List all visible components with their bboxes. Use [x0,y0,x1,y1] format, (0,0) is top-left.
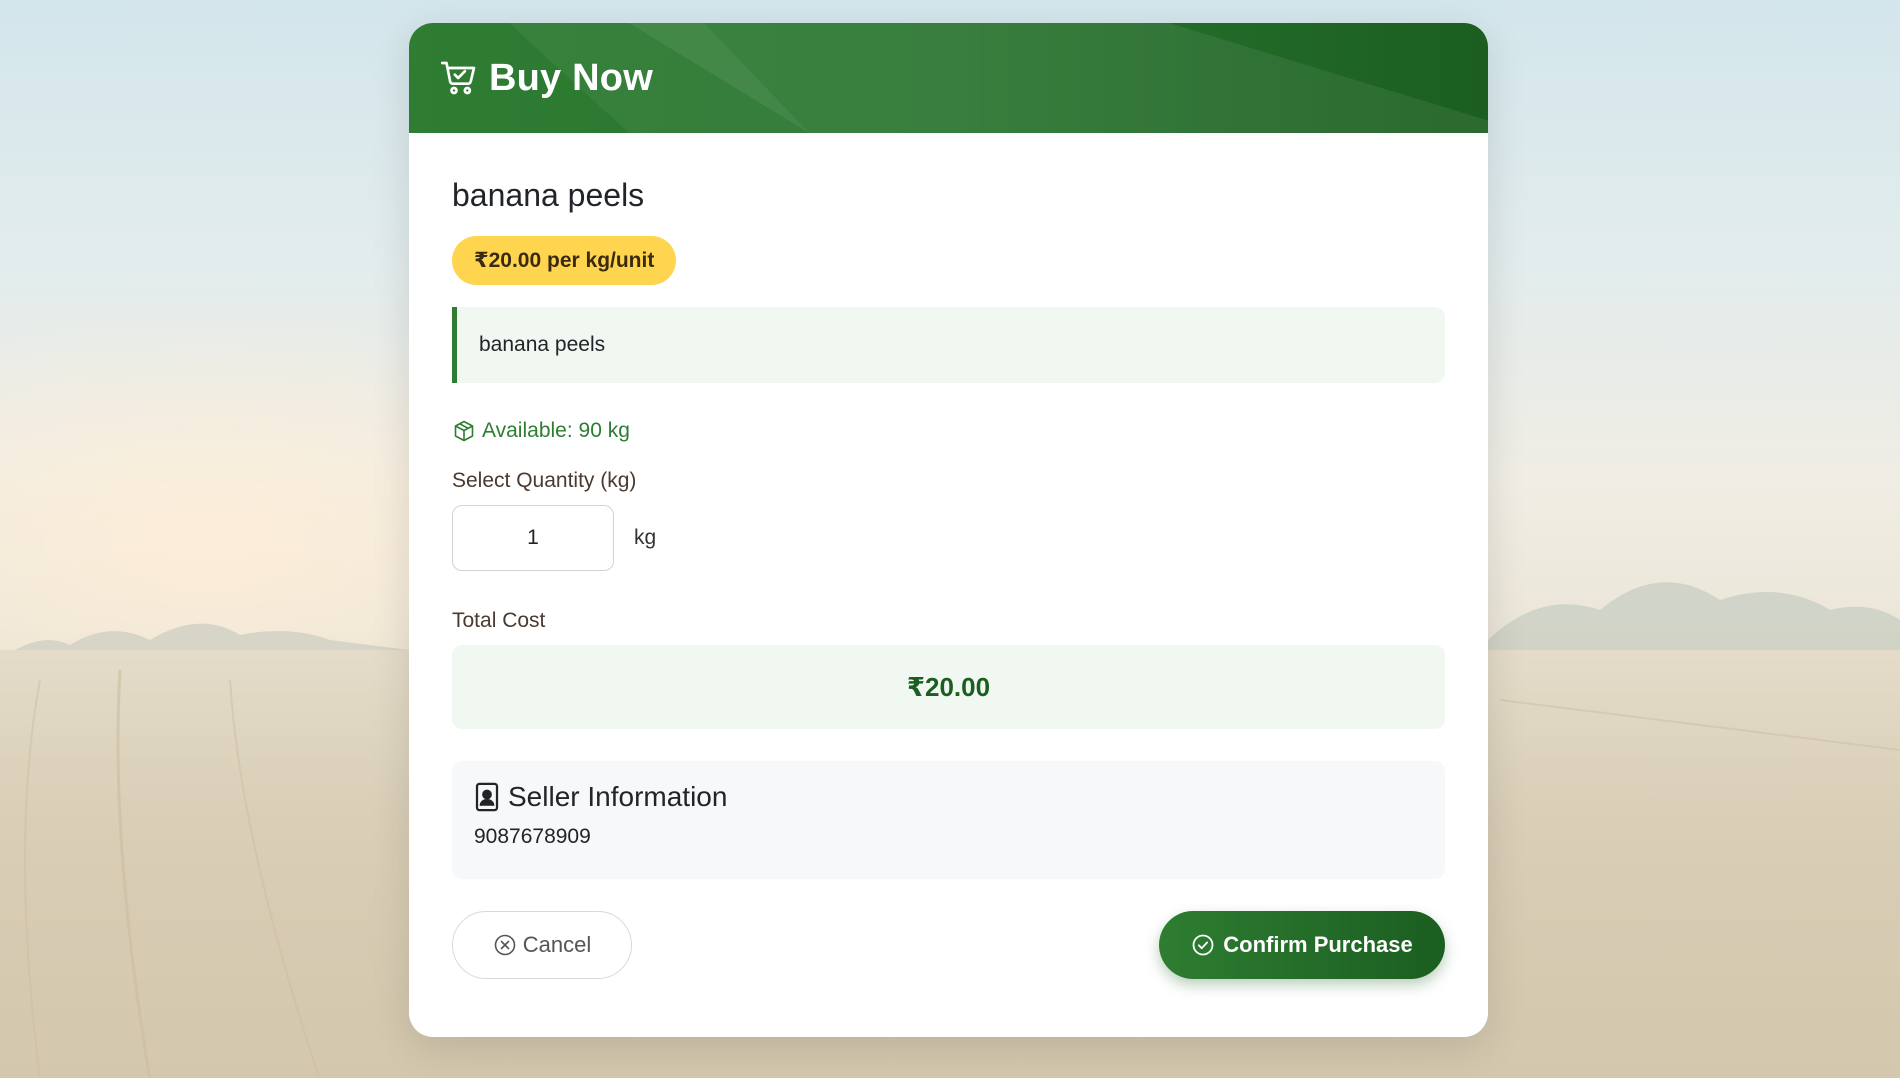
product-name: banana peels [452,177,645,213]
quantity-unit: kg [634,526,657,549]
description-text: banana peels [479,333,606,356]
availability-text: Available: 90 kg [482,419,630,442]
availability-row: Available: 90 kg [452,419,1445,443]
product-description: banana peels [452,307,1445,383]
box-icon [454,420,474,442]
confirm-label: Confirm Purchase [1223,932,1413,957]
cancel-label: Cancel [522,932,592,957]
total-cost-box: ₹20.00 [452,645,1445,729]
quantity-label: Select Quantity (kg) [452,469,637,492]
header-title-group: Buy Now [439,57,653,100]
total-cost-label: Total Cost [452,609,546,632]
check-circle-icon [1192,934,1214,956]
seller-title-row: Seller Information [474,781,1423,813]
confirm-purchase-button[interactable]: Confirm Purchase [1159,911,1445,979]
total-cost-value: ₹20.00 [906,671,991,702]
modal-title: Buy Now [489,56,653,99]
modal-body: banana peels ₹20.00 per kg/unit banana p… [409,133,1488,979]
cart-check-icon [439,58,479,98]
seller-info-card: Seller Information 9087678909 [452,761,1445,879]
quantity-row: kg [452,505,1445,571]
buy-now-modal: Buy Now banana peels ₹20.00 per kg/unit … [409,23,1488,1037]
seller-phone: 9087678909 [474,825,591,848]
contact-card-icon [475,782,499,812]
modal-header: Buy Now [409,23,1488,133]
quantity-input[interactable] [452,505,614,571]
action-buttons: Cancel Confirm Purchase [452,911,1445,979]
price-badge: ₹20.00 per kg/unit [452,236,677,285]
cancel-button[interactable]: Cancel [452,911,632,979]
x-circle-icon [494,934,516,956]
seller-title: Seller Information [508,781,728,812]
